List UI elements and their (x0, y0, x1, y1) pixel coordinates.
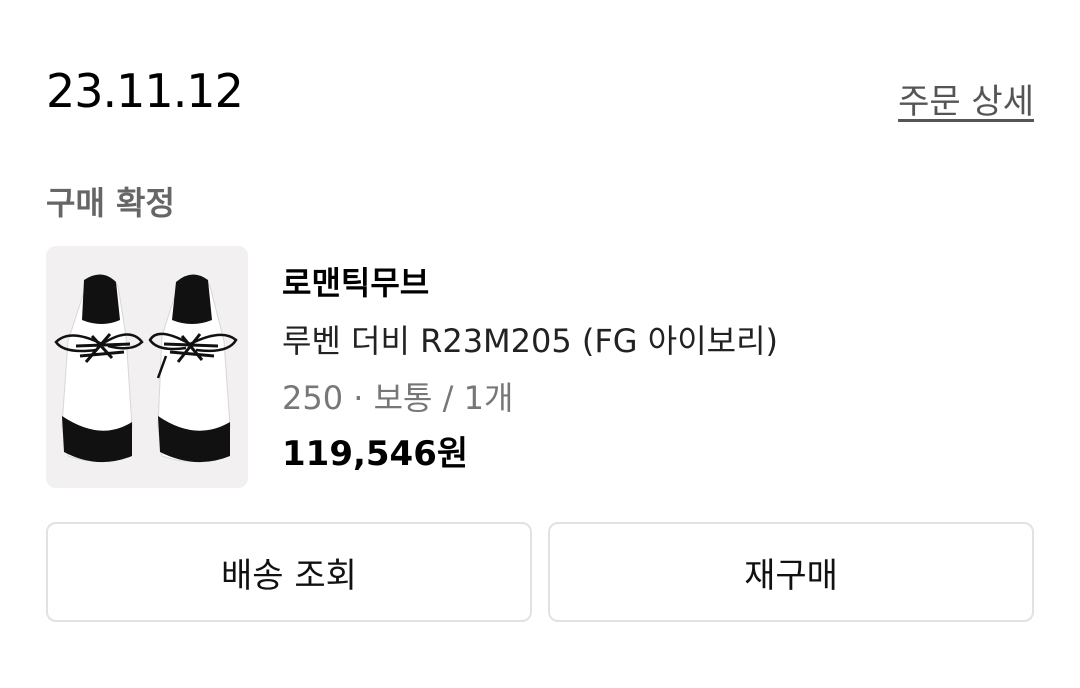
product-thumbnail[interactable] (46, 246, 248, 488)
product-item[interactable]: 로맨틱무브 루벤 더비 R23M205 (FG 아이보리) 250 · 보통 /… (46, 246, 1036, 490)
product-price: 119,546원 (282, 434, 469, 474)
product-name: 루벤 더비 R23M205 (FG 아이보리) (282, 322, 779, 360)
product-option: 250 · 보통 / 1개 (282, 379, 514, 417)
product-brand: 로맨틱무브 (282, 264, 430, 302)
order-date: 23.11.12 (46, 64, 244, 118)
shoes-image (46, 246, 248, 488)
order-status-label: 구매 확정 (46, 184, 175, 222)
product-info: 로맨틱무브 루벤 더비 R23M205 (FG 아이보리) 250 · 보통 /… (282, 260, 778, 482)
order-detail-link[interactable]: 주문 상세 (898, 74, 1034, 123)
track-delivery-button[interactable]: 배송 조회 (46, 522, 532, 622)
order-history-card: 23.11.12 주문 상세 구매 확정 로맨틱무브 루벤 더비 R23M205… (0, 0, 1080, 688)
rebuy-button[interactable]: 재구매 (548, 522, 1034, 622)
